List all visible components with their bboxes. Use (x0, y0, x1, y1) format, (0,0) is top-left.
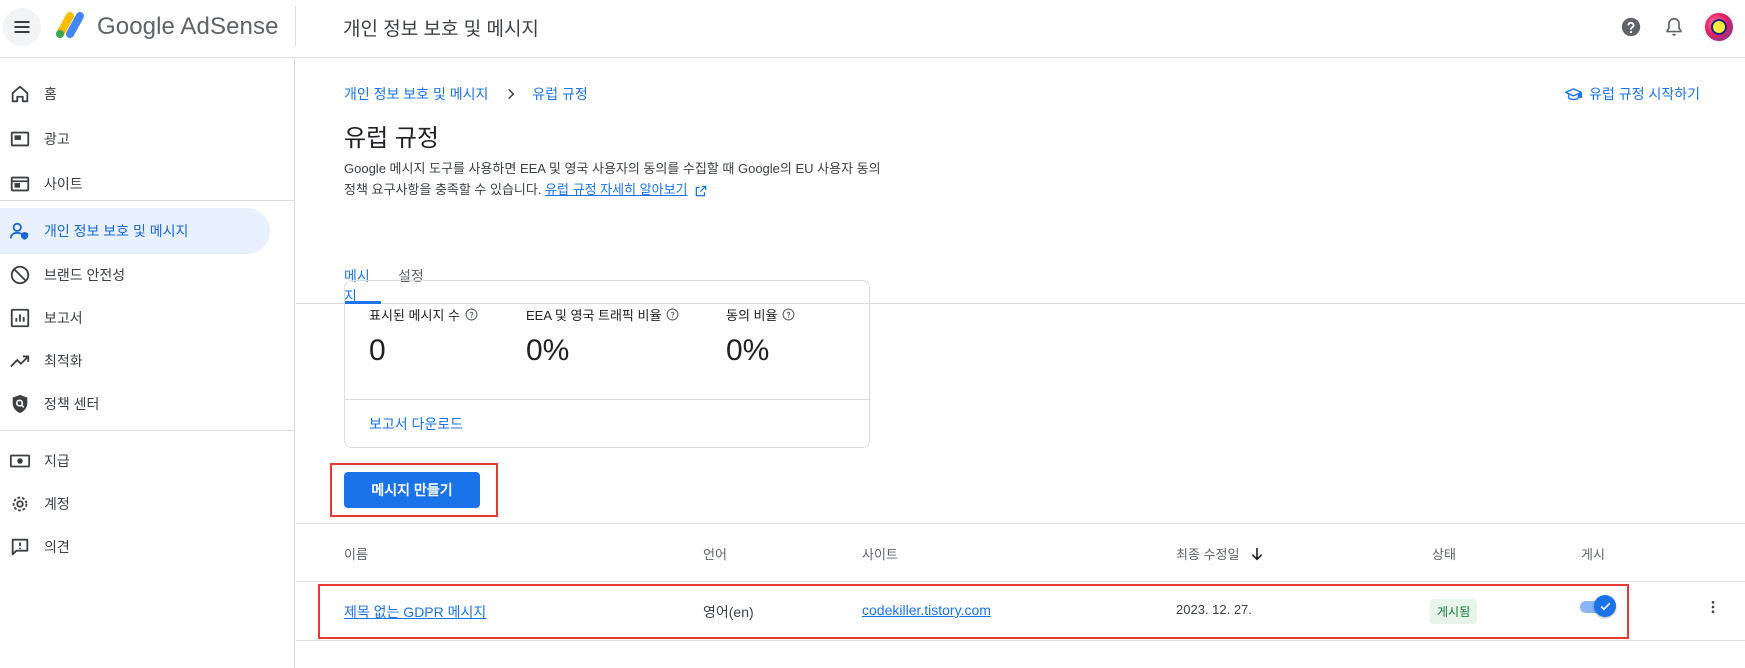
sites-icon (10, 176, 30, 192)
get-started-link[interactable]: 유럽 규정 시작하기 (1565, 84, 1700, 104)
avatar-face (1711, 19, 1727, 35)
stat-eea-uk-traffic: EEA 및 영국 트래픽 비율 0% (526, 305, 679, 368)
policy-shield-icon (12, 394, 28, 414)
sidebar-item-privacy-messaging[interactable]: 개인 정보 보호 및 메시지 (0, 208, 270, 254)
stat-value: 0% (526, 334, 570, 367)
sidebar-item-reports[interactable]: 보고서 (0, 295, 270, 341)
trending-up-icon (10, 355, 30, 368)
column-header-site: 사이트 (862, 547, 898, 562)
toggle-knob (1594, 595, 1616, 617)
description-line-1: Google 메시지 도구를 사용하면 EEA 및 영국 사용자의 동의를 수집… (344, 161, 881, 176)
notifications-bell-icon[interactable] (1663, 16, 1685, 38)
sidebar-item-label: 사이트 (44, 176, 83, 192)
home-icon (11, 85, 29, 103)
sidebar-item-account[interactable]: 계정 (0, 481, 270, 527)
hamburger-menu-icon (14, 21, 30, 33)
column-header-label: 최종 수정일 (1176, 547, 1240, 562)
message-modified-date: 2023. 12. 27. (1176, 602, 1252, 617)
breadcrumb-link-privacy[interactable]: 개인 정보 보호 및 메시지 (344, 84, 488, 104)
ads-icon (10, 131, 30, 147)
sidebar-item-label: 브랜드 안전성 (44, 267, 126, 283)
chevron-right-icon (508, 88, 515, 100)
open-in-new-icon (695, 185, 706, 196)
sidebar-item-label: 개인 정보 보호 및 메시지 (44, 223, 189, 239)
sidebar-item-label: 정책 센터 (44, 396, 100, 412)
column-header-last-modified[interactable]: 최종 수정일 (1176, 544, 1265, 563)
breadcrumb: 개인 정보 보호 및 메시지 유럽 규정 (344, 84, 588, 104)
brand-divider (295, 6, 296, 46)
sidebar-item-label: 보고서 (44, 310, 83, 326)
help-outline-icon[interactable] (666, 308, 679, 321)
gear-icon (12, 496, 28, 512)
sidebar-item-label: 계정 (44, 496, 70, 512)
privacy-icon (9, 222, 29, 240)
sidebar-item-optimization[interactable]: 최적화 (0, 338, 270, 384)
stat-value: 0 (369, 334, 386, 367)
payments-icon (9, 454, 31, 468)
create-message-button[interactable]: 메시지 만들기 (344, 472, 480, 508)
main-content: 개인 정보 보호 및 메시지 유럽 규정 유럽 규정 시작하기 유럽 규정 Go… (296, 58, 1745, 668)
sidebar-item-label: 지급 (44, 453, 70, 469)
sidebar-nav: 홈 광고 사이트 개인 정보 보호 및 메시지 브랜드 안전성 보고서 최적화 … (0, 58, 295, 668)
sidebar-item-label: 홈 (44, 86, 57, 102)
sidebar-item-ads[interactable]: 광고 (0, 116, 270, 162)
column-header-name: 이름 (344, 547, 368, 562)
adsense-logo-icon (56, 12, 84, 38)
menu-button[interactable] (3, 8, 41, 46)
user-avatar[interactable] (1703, 11, 1735, 43)
column-header-language: 언어 (703, 547, 727, 562)
page-title: 유럽 규정 (344, 125, 439, 152)
block-icon (10, 265, 30, 285)
sidebar-item-label: 최적화 (44, 353, 83, 369)
school-cap-icon (1565, 87, 1583, 100)
breadcrumb-link-eu-regulation[interactable]: 유럽 규정 (532, 84, 587, 104)
stat-consent-rate: 동의 비율 0% (726, 305, 795, 368)
sidebar-item-feedback[interactable]: 의견 (0, 524, 270, 570)
help-icon[interactable] (1620, 16, 1642, 38)
more-options-button[interactable] (1701, 595, 1725, 619)
get-started-label: 유럽 규정 시작하기 (1589, 86, 1700, 102)
message-language: 영어(en) (703, 604, 754, 620)
sidebar-item-label: 광고 (44, 131, 70, 147)
help-outline-icon[interactable] (782, 308, 795, 321)
sidebar-item-brand-safety[interactable]: 브랜드 안전성 (0, 252, 270, 298)
stat-label: 동의 비율 (726, 308, 778, 323)
stat-value: 0% (726, 334, 770, 367)
publish-toggle[interactable] (1580, 595, 1616, 617)
download-report-link[interactable]: 보고서 다운로드 (369, 414, 463, 434)
sidebar-divider (0, 430, 295, 431)
description-line-2: 정책 요구사항을 충족할 수 있습니다. (344, 182, 542, 197)
stats-card: 표시된 메시지 수 0 EEA 및 영국 트래픽 비율 0% 동의 비율 0% … (344, 280, 870, 448)
check-icon (1600, 602, 1610, 610)
message-site-link[interactable]: codekiller.tistory.com (862, 602, 991, 618)
stat-label: EEA 및 영국 트래픽 비율 (526, 308, 662, 323)
column-header-publish: 게시 (1581, 547, 1605, 562)
learn-more-link[interactable]: 유럽 규정 자세히 알아보기 (545, 182, 687, 197)
brand-name: Google AdSense (97, 13, 279, 40)
page-heading: 개인 정보 보호 및 메시지 (343, 19, 539, 40)
sidebar-item-home[interactable]: 홈 (0, 71, 270, 117)
arrow-down-icon (1252, 547, 1263, 560)
stat-label: 표시된 메시지 수 (369, 308, 460, 323)
card-divider (345, 399, 869, 400)
help-outline-icon[interactable] (465, 308, 478, 321)
page-description: Google 메시지 도구를 사용하면 EEA 및 영국 사용자의 동의를 수집… (344, 158, 984, 200)
sidebar-item-payments[interactable]: 지급 (0, 438, 270, 484)
table-divider (296, 640, 1745, 641)
sidebar-item-label: 의견 (44, 539, 70, 555)
more-vert-icon (1711, 601, 1715, 613)
stat-messages-shown: 표시된 메시지 수 0 (369, 305, 478, 368)
table-divider (296, 581, 1745, 582)
feedback-icon (11, 538, 29, 556)
message-name-link[interactable]: 제목 없는 GDPR 메시지 (344, 602, 486, 622)
status-badge: 게시됨 (1430, 599, 1478, 624)
sidebar-divider (0, 200, 295, 201)
sidebar-item-policy-center[interactable]: 정책 센터 (0, 381, 270, 427)
top-app-bar: Google AdSense 개인 정보 보호 및 메시지 (0, 0, 1745, 58)
table-divider (296, 523, 1745, 524)
reports-icon (10, 308, 30, 328)
column-header-status: 상태 (1432, 547, 1456, 562)
